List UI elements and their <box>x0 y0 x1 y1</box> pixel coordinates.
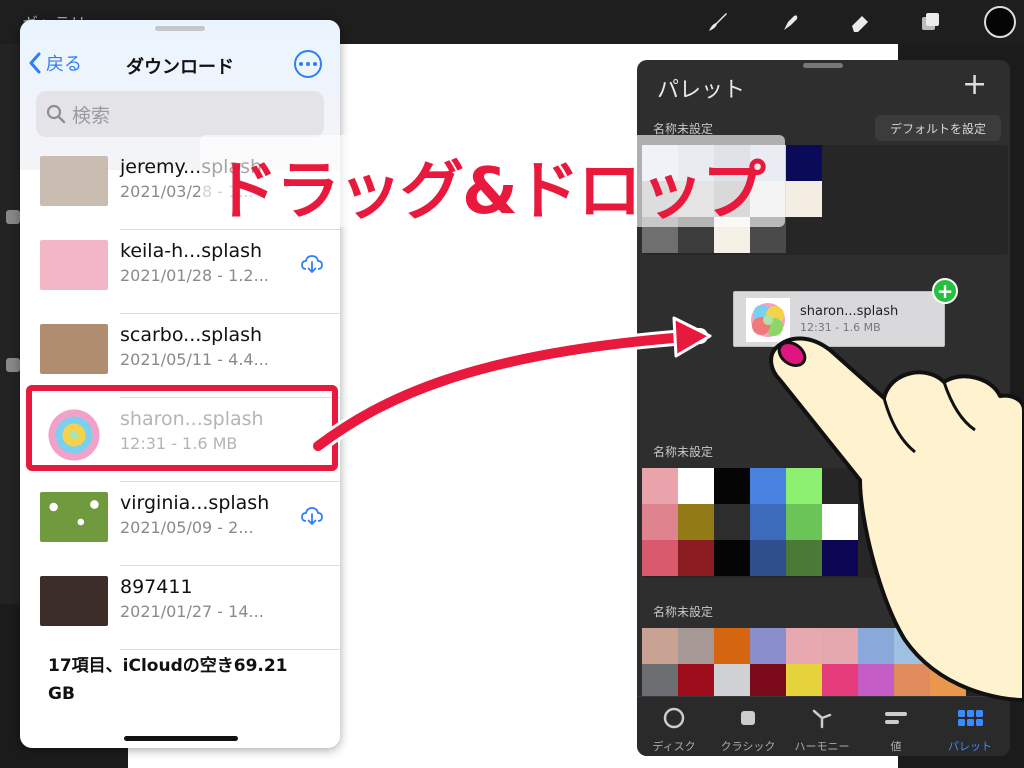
pointing-hand-illustration <box>769 336 1024 702</box>
